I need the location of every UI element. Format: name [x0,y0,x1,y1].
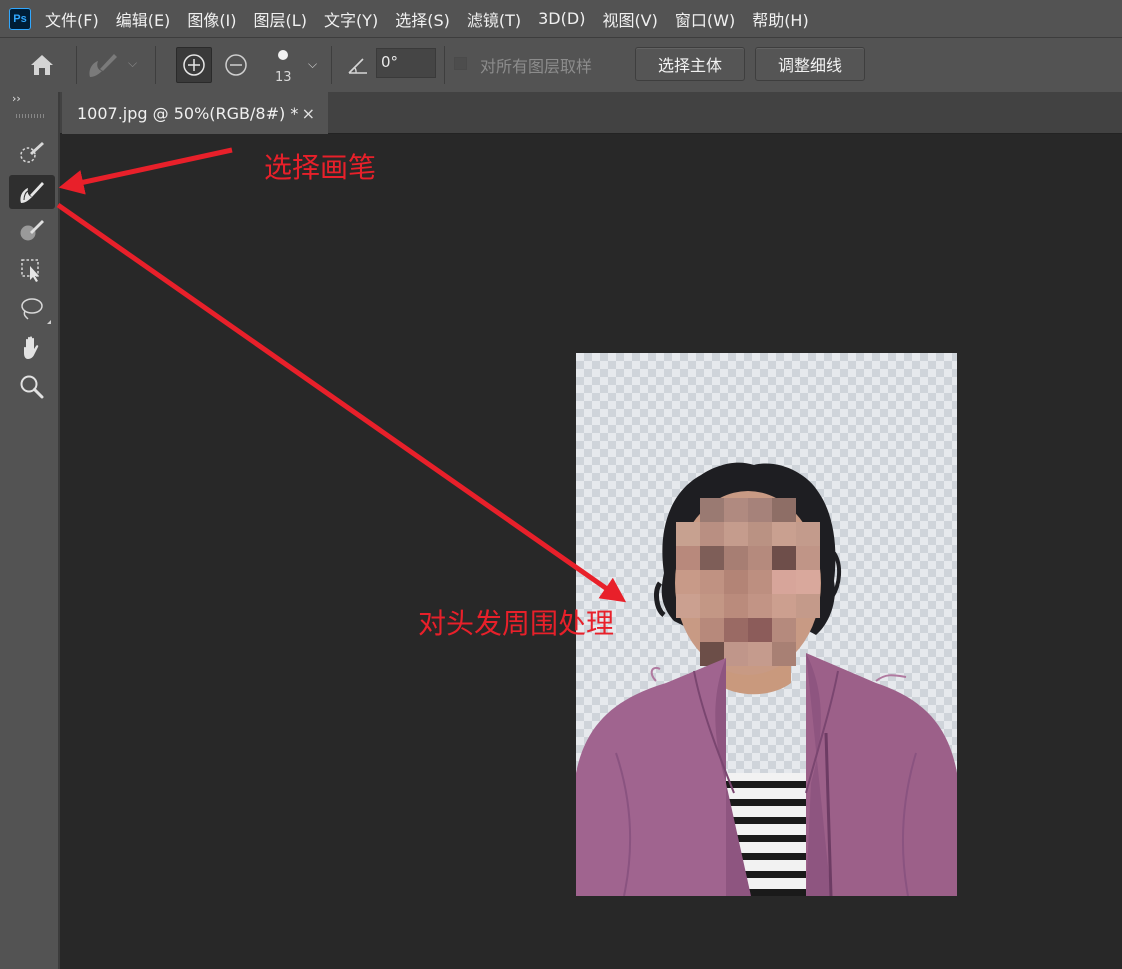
document-canvas-photo[interactable] [576,353,957,896]
options-separator [76,46,77,84]
brush-size-value[interactable]: 13 [275,70,292,85]
angle-input[interactable]: 0° [376,48,436,78]
annotation-select-brush: 选择画笔 [264,151,377,184]
menu-layer[interactable]: 图层(L) [254,7,307,31]
options-separator [155,46,156,84]
menu-3d[interactable]: 3D(D) [538,9,585,28]
sample-all-layers-checkbox[interactable] [454,57,467,70]
menu-bar: Ps 文件(F) 编辑(E) 图像(I) 图层(L) 文字(Y) 选择(S) 滤… [0,0,1122,37]
portrait-photo [576,462,957,896]
brush-preset-chevron-down-icon[interactable]: ⌵ [128,56,137,71]
menu-image[interactable]: 图像(I) [187,7,236,31]
hand-tool[interactable] [9,331,55,365]
quick-selection-brush-icon[interactable] [86,50,120,80]
add-to-selection-icon [183,54,205,76]
document-tab-title: 1007.jpg @ 50%(RGB/8#) * [77,103,299,123]
subtract-from-selection-icon [225,54,247,76]
brush-tool-icon [20,220,44,241]
document-tab-bar: 1007.jpg @ 50%(RGB/8#) * × [60,92,1122,134]
object-selection-tool-icon [21,259,39,282]
refine-edge-brush-tool-icon [20,182,44,203]
sample-all-layers-label: 对所有图层取样 [480,57,593,76]
refine-edge-brush-tool[interactable] [9,175,55,209]
tool-flyout-indicator [47,320,51,324]
options-separator [331,46,332,84]
menu-type[interactable]: 文字(Y) [324,7,378,31]
hand-tool-icon [24,336,39,359]
collapse-panel-icon[interactable]: ›› [12,92,21,105]
select-subject-button[interactable]: 选择主体 [635,47,745,81]
home-icon[interactable] [28,52,56,78]
quick-selection-tool-icon [20,142,44,163]
menu-help[interactable]: 帮助(H) [752,7,809,31]
menu-file[interactable]: 文件(F) [45,7,99,31]
panel-grip[interactable] [16,114,44,118]
menu-edit[interactable]: 编辑(E) [116,7,171,31]
menu-view[interactable]: 视图(V) [602,7,657,31]
brush-tool[interactable] [9,214,55,248]
quick-selection-tool[interactable] [9,136,55,170]
menu-filter[interactable]: 滤镜(T) [467,7,521,31]
close-tab-icon[interactable]: × [302,104,315,123]
angle-icon [348,58,367,74]
document-tab[interactable]: 1007.jpg @ 50%(RGB/8#) * × [62,92,328,134]
photoshop-logo-icon[interactable]: Ps [9,7,31,30]
menu-select[interactable]: 选择(S) [395,7,450,31]
subtract-from-selection-button[interactable] [218,47,254,83]
lasso-tool[interactable] [9,292,55,326]
refine-hair-button[interactable]: 调整细线 [755,47,865,81]
brush-size-chevron-down-icon[interactable]: ⌵ [308,57,317,72]
object-selection-tool[interactable] [9,253,55,287]
tools-panel: ›› [0,92,60,969]
zoom-tool[interactable] [9,370,55,404]
options-bar: ⌵ 13 ⌵ 0° 对所有图层取样 选择主体 调整细线 [0,37,1122,92]
zoom-tool-icon [20,375,44,399]
lasso-tool-icon [21,298,43,320]
add-to-selection-button[interactable] [176,47,212,83]
options-separator [444,46,445,84]
brush-size-preview-icon[interactable] [278,50,288,60]
menu-window[interactable]: 窗口(W) [675,7,735,31]
annotation-process-hair: 对头发周围处理 [418,607,615,640]
